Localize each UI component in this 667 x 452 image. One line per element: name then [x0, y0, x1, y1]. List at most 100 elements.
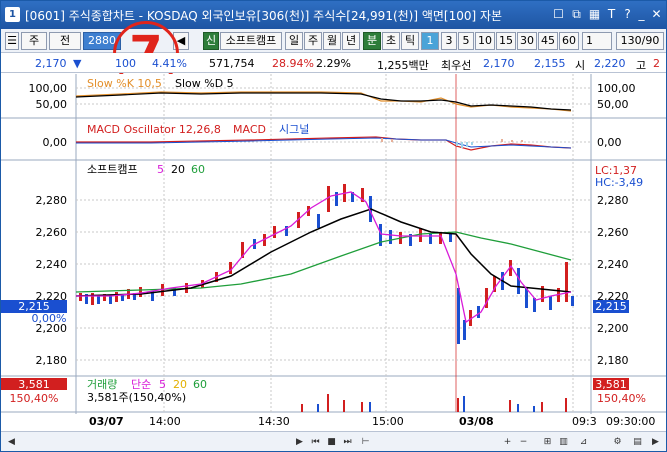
period-minute[interactable]: 분	[363, 32, 381, 50]
tile-icon[interactable]: ▦	[587, 6, 602, 22]
chart-area[interactable]: Slow %K 10,5 Slow %D 5 100,00 50,00 100,…	[1, 74, 666, 431]
stoch-k-label: Slow %K 10,5	[87, 77, 162, 90]
svg-text:2,260: 2,260	[597, 226, 629, 239]
right-volume-value: 3,581	[595, 378, 627, 391]
stoch-axis-right-50: 50,00	[597, 98, 629, 111]
open-label: 시	[575, 59, 586, 72]
price-change: 100	[115, 57, 136, 70]
right-volume-pct: 150,40%	[597, 392, 646, 405]
svg-text:2,280: 2,280	[597, 194, 629, 207]
period-select[interactable]: 전	[49, 32, 81, 50]
open-price: 2,220	[594, 57, 626, 70]
period-second[interactable]: 초	[382, 32, 400, 50]
left-volume-value: 3,581	[18, 378, 50, 391]
svg-text:15:00: 15:00	[372, 415, 404, 428]
volume-value: 571,754	[209, 57, 255, 70]
macd-axis-0: 0,00	[43, 136, 68, 149]
high-price: 2	[653, 57, 660, 70]
priority-label: 최우선	[441, 59, 472, 72]
interval-15[interactable]: 15	[496, 32, 516, 50]
bars-icon[interactable]: ▥	[557, 435, 570, 449]
settings-icon[interactable]: ⚙	[611, 435, 624, 449]
copy-icon[interactable]: ⧉	[569, 6, 584, 22]
split-icon[interactable]: ⊞	[541, 435, 554, 449]
skip-start-icon[interactable]: ⏮	[309, 435, 322, 449]
quote-bar: 2,170 ▼ 100 4.41% 571,754 28.94% 2.29% 1…	[1, 53, 666, 73]
price-stock-name: 소프트캠프	[87, 163, 138, 176]
count-display[interactable]: 130/90	[616, 32, 664, 50]
svg-text:2,280: 2,280	[36, 194, 68, 207]
period-tick[interactable]: 틱	[401, 32, 419, 50]
change-arrow: ▼	[73, 57, 82, 70]
svg-text:2,260: 2,260	[36, 226, 68, 239]
font-icon[interactable]: T	[604, 6, 619, 22]
interval-3[interactable]: 3	[441, 32, 457, 50]
market-select[interactable]: 주	[21, 32, 47, 50]
stock-tag: 신	[203, 32, 219, 50]
amount-value: 1,255백만	[377, 59, 429, 72]
stoch-axis-50: 50,00	[36, 98, 68, 111]
interval-60[interactable]: 60	[559, 32, 579, 50]
svg-text:14:30: 14:30	[258, 415, 290, 428]
close-icon[interactable]: ✕	[649, 6, 664, 22]
volume-ma60: 60	[193, 378, 207, 391]
stoch-axis-100: 100,00	[29, 82, 68, 95]
volume-detail: 3,581주(150,40%)	[87, 391, 186, 404]
ask-price: 2,170	[483, 57, 515, 70]
volume-label: 거래량	[87, 378, 117, 391]
ma20-label: 20	[171, 163, 185, 176]
period-week[interactable]: 주	[304, 32, 322, 50]
interval-30[interactable]: 30	[517, 32, 537, 50]
high-label: 고	[636, 59, 647, 72]
turnover-percent: 28.94%	[272, 57, 314, 70]
interval-5[interactable]: 5	[458, 32, 474, 50]
interval-10[interactable]: 10	[475, 32, 495, 50]
scroll-bar[interactable]: ◀ ▶ ⏮ ■ ⏭ ⊢ + − ⊞ ▥ ⊿ ⚙ ▤ ▶	[1, 431, 666, 451]
svg-text:03/07: 03/07	[89, 415, 124, 428]
toolbar: ☰ 주 전 2880 ◀ 신 소프트캠프 일 주 월 년 분 초 틱 1 3 5…	[1, 29, 666, 53]
skip-end-icon[interactable]: ⏭	[341, 435, 354, 449]
scroll-right-icon[interactable]: ▶	[649, 435, 662, 449]
title-bar: 1 [0601] 주식종합차트 - KOSDAQ 외국인보유[306(천)] 주…	[1, 1, 666, 29]
period-month[interactable]: 월	[323, 32, 341, 50]
zoom-slider-icon[interactable]: ⊢	[359, 435, 372, 449]
svg-text:2,180: 2,180	[36, 354, 68, 367]
svg-text:09:3: 09:3	[572, 415, 597, 428]
stoch-d-label: Slow %D 5	[175, 77, 234, 90]
stop-icon[interactable]: ■	[325, 435, 338, 449]
macd-axis-right-0: 0,00	[597, 136, 622, 149]
period-day[interactable]: 일	[285, 32, 303, 50]
right-current-price: 2,215	[595, 300, 627, 313]
stoch-axis-right-100: 100,00	[597, 82, 636, 95]
link-icon[interactable]: ☐	[551, 6, 566, 22]
app-icon: 1	[5, 7, 20, 22]
svg-text:2,180: 2,180	[597, 354, 629, 367]
bid-price: 2,155	[534, 57, 566, 70]
scroll-left-icon[interactable]: ◀	[5, 435, 18, 449]
zoom-in-icon[interactable]: +	[501, 435, 514, 449]
minimize-icon[interactable]: _	[634, 6, 649, 22]
hc-label: HC:-3,49	[595, 176, 643, 189]
stock-name[interactable]: 소프트캠프	[220, 32, 282, 50]
zoom-out-icon[interactable]: −	[517, 435, 530, 449]
interval-1[interactable]: 1	[421, 32, 439, 50]
play-icon[interactable]: ▶	[293, 435, 306, 449]
window-title: [0601] 주식종합차트 - KOSDAQ 외국인보유[306(천)] 주식수…	[25, 9, 503, 23]
ratio-value: 2.29%	[316, 57, 351, 70]
macd-label: MACD	[233, 123, 266, 136]
ma5-label: 5	[157, 163, 164, 176]
volume-ma5: 5	[159, 378, 166, 391]
chart-window: 1 [0601] 주식종합차트 - KOSDAQ 외국인보유[306(천)] 주…	[0, 0, 667, 452]
interval-select[interactable]: 1	[582, 32, 612, 50]
help-icon[interactable]: ?	[620, 6, 635, 22]
lock-icon[interactable]: ▤	[631, 435, 644, 449]
menu-icon[interactable]: ☰	[5, 32, 19, 50]
period-year[interactable]: 년	[342, 32, 360, 50]
interval-45[interactable]: 45	[538, 32, 558, 50]
svg-text:2,240: 2,240	[36, 258, 68, 271]
chart-type-icon[interactable]: ⊿	[577, 435, 590, 449]
change-percent: 4.41%	[152, 57, 187, 70]
svg-text:03/08: 03/08	[459, 415, 494, 428]
svg-text:2,240: 2,240	[597, 258, 629, 271]
left-current-pct: 0,00%	[32, 312, 67, 325]
